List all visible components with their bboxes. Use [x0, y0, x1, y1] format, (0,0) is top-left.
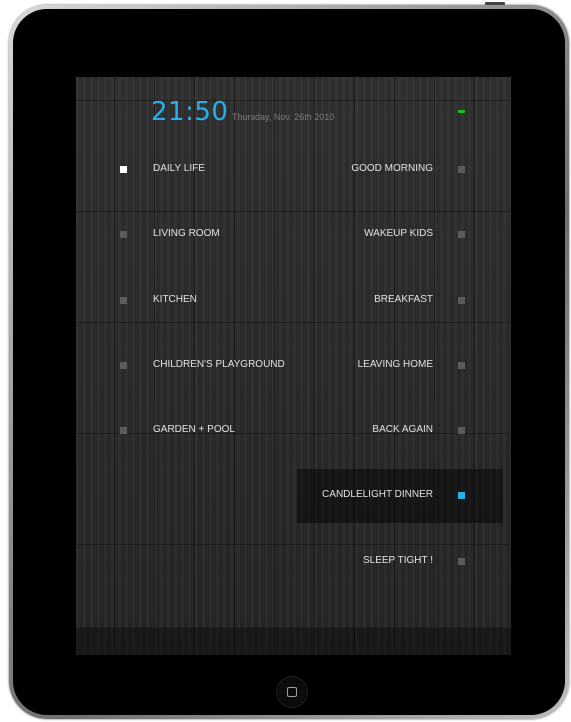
- indicator-icon: [458, 231, 465, 238]
- current-date: Thursday, Nov. 26th 2010: [232, 112, 335, 122]
- home-square-icon: [287, 687, 297, 697]
- scene-label: WAKEUP KIDS: [364, 228, 433, 239]
- scene-label: CANDLELIGHT DINNER: [322, 489, 433, 500]
- scene-label: BREAKFAST: [374, 294, 433, 305]
- scene-item-good-morning[interactable]: GOOD MORNING: [76, 158, 511, 182]
- scene-label: BACK AGAIN: [372, 424, 433, 435]
- indicator-icon: [458, 166, 465, 173]
- clock-time: 21:50: [151, 97, 229, 127]
- footer-bar: [76, 627, 511, 655]
- indicator-icon: [458, 362, 465, 369]
- status-led-icon: [458, 110, 465, 113]
- scene-item-leaving-home[interactable]: LEAVING HOME: [76, 354, 511, 378]
- indicator-icon: [458, 297, 465, 304]
- indicator-icon: [458, 427, 465, 434]
- scene-item-candlelight-dinner[interactable]: CANDLELIGHT DINNER: [76, 484, 511, 508]
- scene-item-breakfast[interactable]: BREAKFAST: [76, 289, 511, 313]
- scene-label: GOOD MORNING: [351, 163, 433, 174]
- scene-item-back-again[interactable]: BACK AGAIN: [76, 419, 511, 443]
- selected-indicator-icon: [458, 492, 465, 499]
- app-screen: 21:50 Thursday, Nov. 26th 2010 DAILY LIF…: [76, 77, 511, 655]
- scene-item-wakeup-kids[interactable]: WAKEUP KIDS: [76, 223, 511, 247]
- indicator-icon: [458, 558, 465, 565]
- scene-label: LEAVING HOME: [357, 359, 433, 370]
- home-button-icon[interactable]: [276, 676, 308, 708]
- scene-label: SLEEP TIGHT !: [362, 555, 433, 566]
- scene-item-sleep-tight[interactable]: SLEEP TIGHT !: [76, 550, 511, 574]
- sleep-button: [485, 2, 505, 5]
